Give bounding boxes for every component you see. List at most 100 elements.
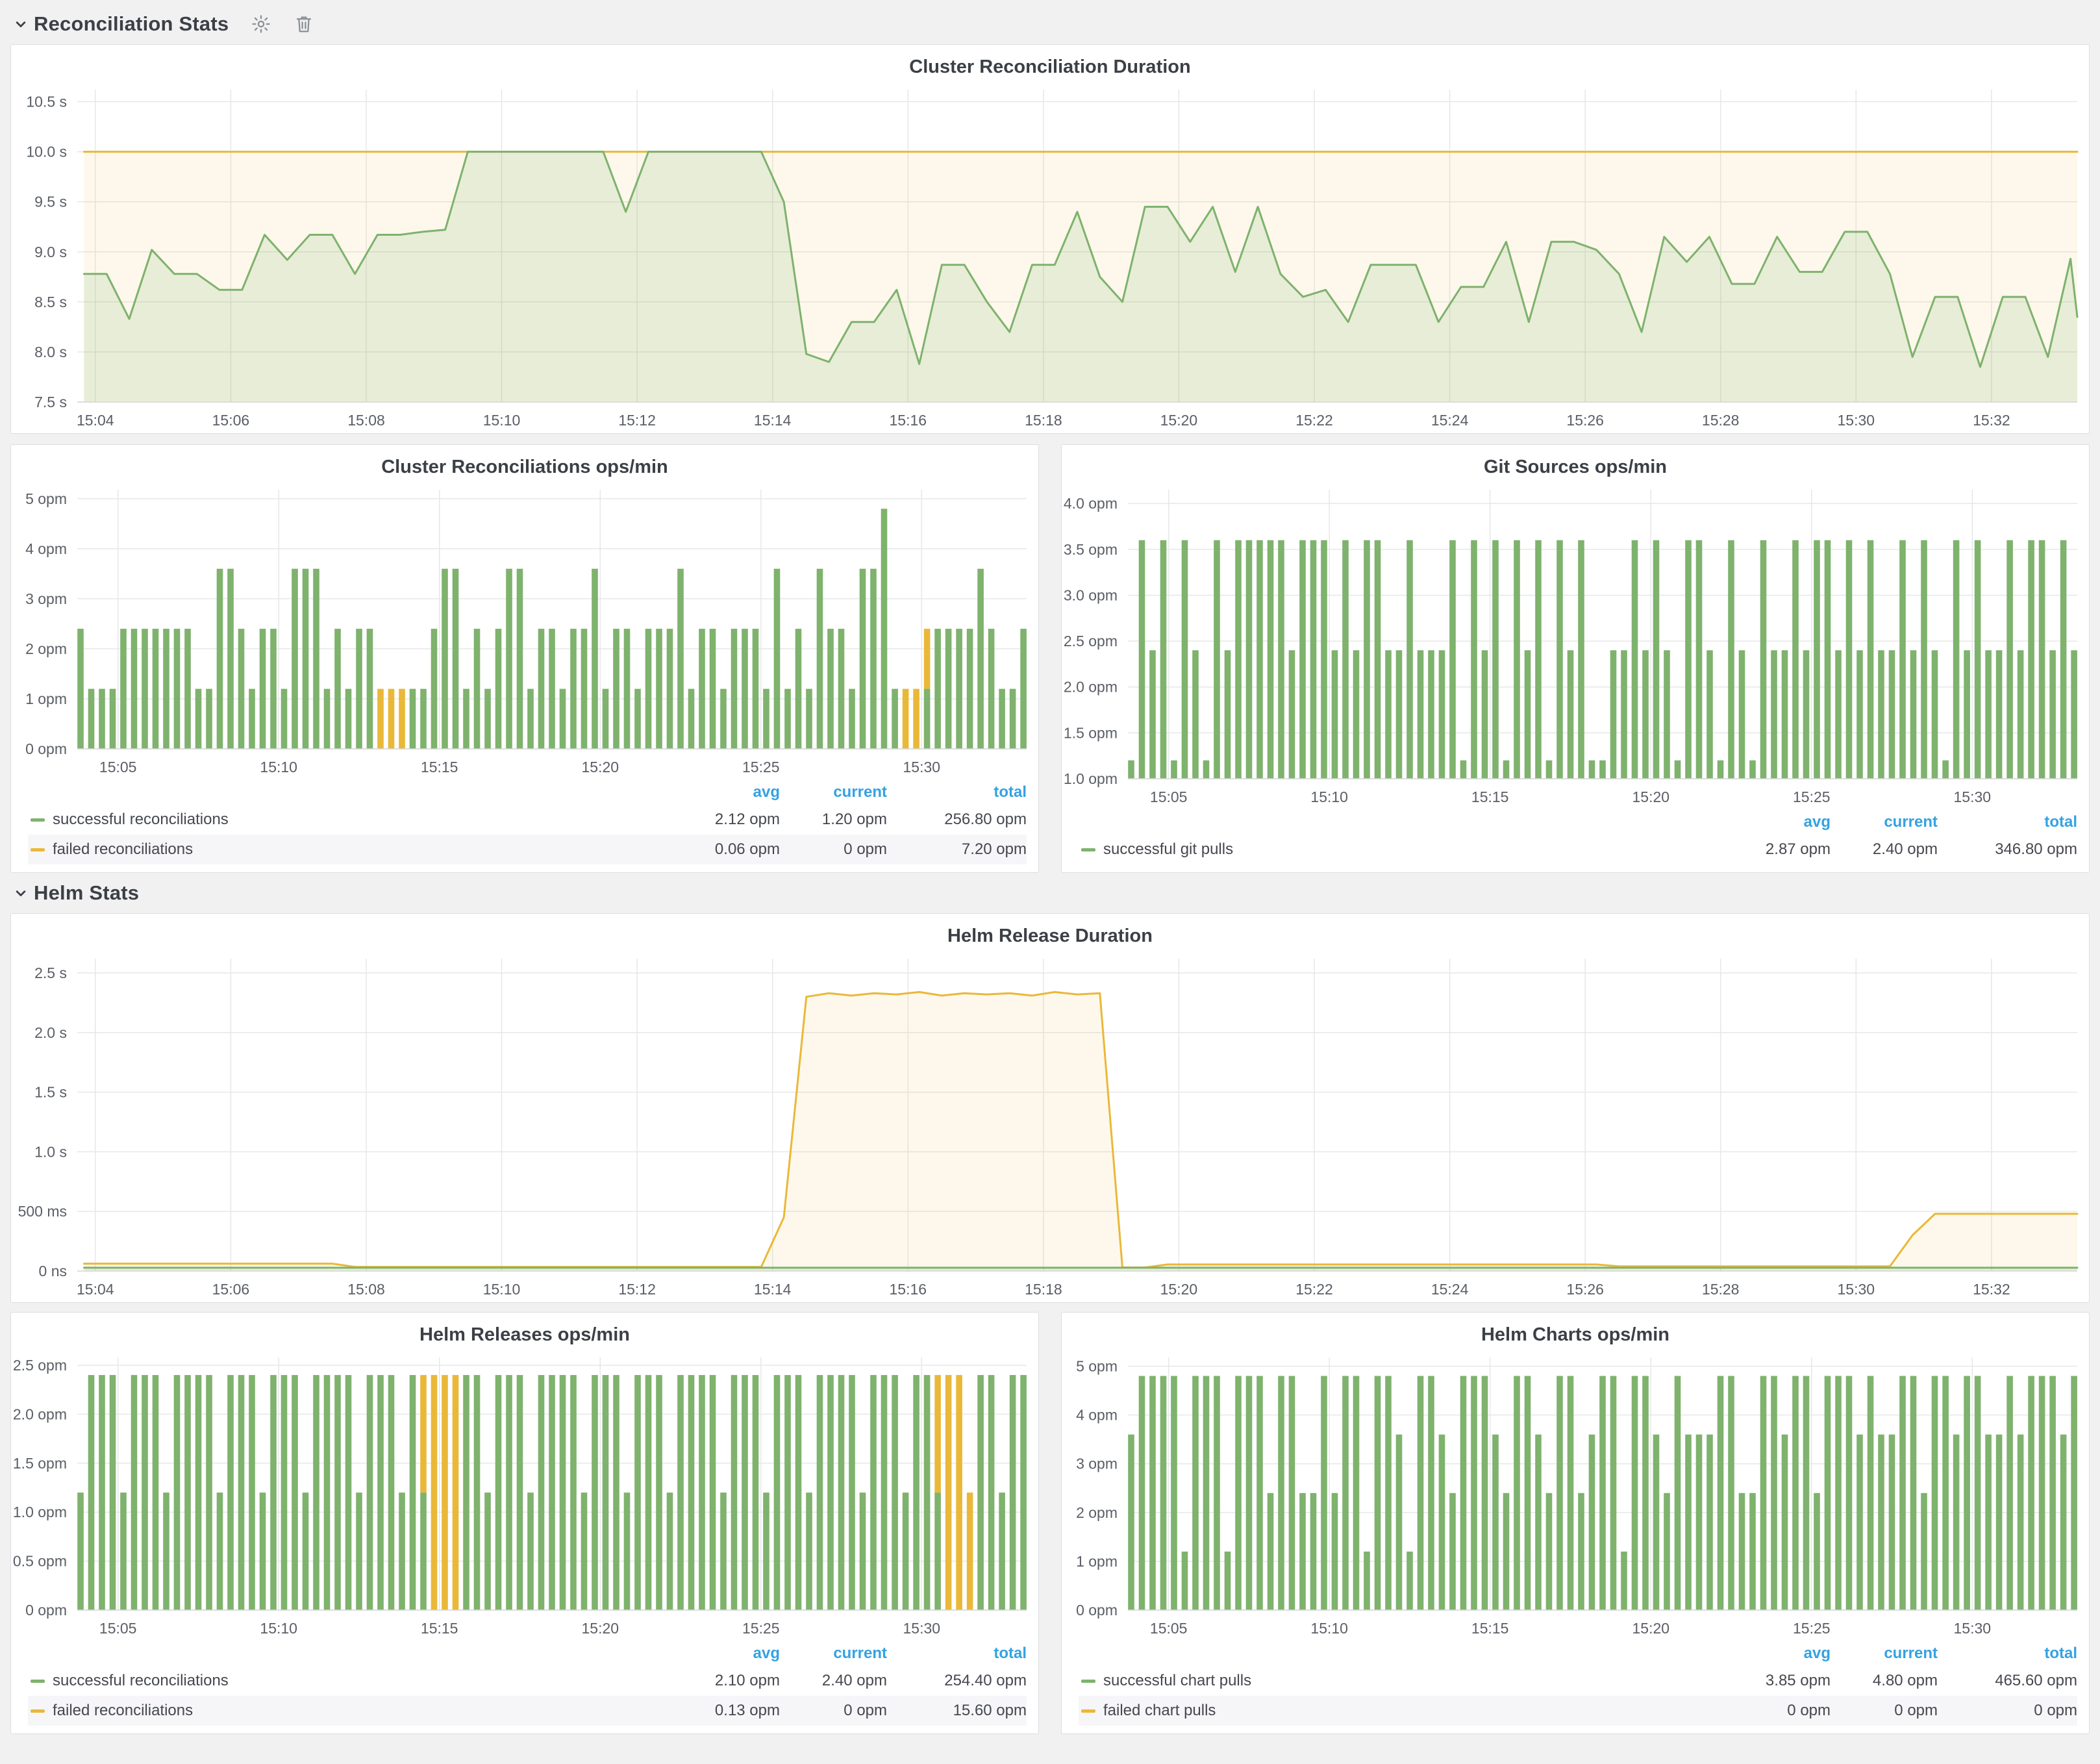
panel-title[interactable]: Cluster Reconciliations ops/min	[11, 445, 1038, 481]
legend-series-label[interactable]: successful chart pulls	[1103, 1672, 1251, 1690]
svg-text:15:32: 15:32	[1973, 1281, 2010, 1298]
svg-text:15:10: 15:10	[483, 1281, 521, 1298]
legend-row-successful-reconciliations: successful reconciliations 2.12 opm 1.20…	[28, 805, 1027, 835]
legend-header-avg[interactable]: avg	[1717, 813, 1831, 831]
legend-avg-value: 3.85 opm	[1717, 1672, 1831, 1690]
series-color-dash	[1081, 848, 1095, 851]
svg-text:15:12: 15:12	[618, 412, 656, 429]
chart-cluster-reconciliations-opm[interactable]: 0 opm1 opm2 opm3 opm4 opm5 opm15:0515:10…	[11, 481, 1038, 780]
panel-helm-releases-opm: Helm Releases ops/min 0 opm0.5 opm1.0 op…	[10, 1312, 1039, 1734]
chart-cluster-reconciliation-duration[interactable]: 7.5 s8.0 s8.5 s9.0 s9.5 s10.0 s10.5 s15:…	[11, 81, 2089, 433]
svg-text:15:10: 15:10	[260, 1620, 297, 1637]
svg-text:15:10: 15:10	[1310, 788, 1348, 805]
svg-text:15:16: 15:16	[890, 412, 927, 429]
section-header-reconciliation-stats[interactable]: Reconciliation Stats	[12, 9, 2090, 39]
legend-row-failed-chart-pulls: failed chart pulls 0 opm 0 opm 0 opm	[1079, 1696, 2077, 1726]
gear-icon[interactable]	[251, 14, 271, 34]
legend-header-current[interactable]: current	[780, 783, 887, 801]
legend-header-total[interactable]: total	[887, 1644, 1027, 1663]
svg-text:2 opm: 2 opm	[1076, 1504, 1118, 1521]
svg-text:2.5 s: 2.5 s	[34, 964, 67, 981]
svg-text:15:10: 15:10	[483, 412, 521, 429]
panel-title[interactable]: Cluster Reconciliation Duration	[11, 45, 2089, 81]
section-title[interactable]: Helm Stats	[34, 881, 139, 905]
svg-text:15:32: 15:32	[1973, 412, 2010, 429]
panel-title[interactable]: Git Sources ops/min	[1062, 445, 2089, 481]
svg-text:15:20: 15:20	[1160, 1281, 1198, 1298]
panel-cluster-reconciliations-opm: Cluster Reconciliations ops/min 0 opm1 o…	[10, 444, 1039, 873]
legend-avg-value: 2.10 opm	[666, 1672, 780, 1690]
svg-text:2.0 opm: 2.0 opm	[1064, 679, 1118, 696]
svg-text:8.5 s: 8.5 s	[34, 294, 67, 310]
svg-text:2 opm: 2 opm	[25, 640, 67, 657]
svg-text:15:25: 15:25	[742, 1620, 780, 1637]
legend-total-value: 0 opm	[1938, 1702, 2077, 1720]
svg-text:15:15: 15:15	[1471, 1620, 1509, 1637]
svg-text:5 opm: 5 opm	[25, 490, 67, 507]
svg-text:1 opm: 1 opm	[1076, 1553, 1118, 1570]
legend-current-value: 0 opm	[780, 840, 887, 859]
svg-text:2.0 opm: 2.0 opm	[13, 1405, 67, 1422]
legend-header: avg current total	[28, 780, 1027, 805]
legend-header-avg[interactable]: avg	[1717, 1644, 1831, 1663]
legend-current-value: 2.40 opm	[1831, 840, 1938, 859]
panel-title[interactable]: Helm Release Duration	[11, 914, 2089, 950]
legend-header: avg current total	[1079, 810, 2077, 835]
legend-total-value: 254.40 opm	[887, 1672, 1027, 1690]
svg-text:15:26: 15:26	[1566, 1281, 1604, 1298]
series-color-dash	[31, 848, 45, 851]
panel-title[interactable]: Helm Charts ops/min	[1062, 1313, 2089, 1348]
legend-header-avg[interactable]: avg	[666, 1644, 780, 1663]
legend-header-current[interactable]: current	[1831, 1644, 1938, 1663]
svg-text:15:20: 15:20	[1160, 412, 1198, 429]
legend-series-label[interactable]: failed reconciliations	[53, 1702, 193, 1720]
chart-helm-releases-opm[interactable]: 0 opm0.5 opm1.0 opm1.5 opm2.0 opm2.5 opm…	[11, 1348, 1038, 1641]
legend-series-label[interactable]: successful git pulls	[1103, 840, 1233, 859]
legend-series-label[interactable]: successful reconciliations	[53, 1672, 229, 1690]
section-header-helm-stats[interactable]: Helm Stats	[12, 878, 2090, 908]
legend-row-failed-reconciliations: failed reconciliations 0.06 opm 0 opm 7.…	[28, 835, 1027, 864]
panel-helm-release-duration: Helm Release Duration 0 ns500 ms1.0 s1.5…	[10, 913, 2090, 1303]
legend-header-current[interactable]: current	[1831, 813, 1938, 831]
legend-header-current[interactable]: current	[780, 1644, 887, 1663]
svg-text:15:24: 15:24	[1431, 412, 1469, 429]
legend-series-label[interactable]: failed chart pulls	[1103, 1702, 1216, 1720]
section-title[interactable]: Reconciliation Stats	[34, 12, 229, 36]
trash-icon[interactable]	[294, 14, 314, 34]
legend-cluster-reconciliations: avg current total successful reconciliat…	[11, 780, 1038, 872]
svg-text:15:20: 15:20	[582, 1620, 619, 1637]
legend-series-label[interactable]: failed reconciliations	[53, 840, 193, 859]
chevron-down-icon	[12, 15, 30, 33]
svg-text:1.5 opm: 1.5 opm	[13, 1455, 67, 1472]
chart-git-sources-opm[interactable]: 1.0 opm1.5 opm2.0 opm2.5 opm3.0 opm3.5 o…	[1062, 481, 2089, 810]
legend-header-total[interactable]: total	[1938, 813, 2077, 831]
legend-total-value: 15.60 opm	[887, 1702, 1027, 1720]
svg-text:15:30: 15:30	[903, 1620, 941, 1637]
svg-text:15:14: 15:14	[754, 1281, 792, 1298]
svg-text:8.0 s: 8.0 s	[34, 344, 67, 360]
legend-header-avg[interactable]: avg	[666, 783, 780, 801]
svg-text:1.5 opm: 1.5 opm	[1064, 724, 1118, 741]
legend-series-label[interactable]: successful reconciliations	[53, 811, 229, 829]
svg-text:15:18: 15:18	[1025, 412, 1062, 429]
svg-text:4.0 opm: 4.0 opm	[1064, 495, 1118, 512]
svg-text:4 opm: 4 opm	[1076, 1407, 1118, 1424]
chart-helm-release-duration[interactable]: 0 ns500 ms1.0 s1.5 s2.0 s2.5 s15:0415:06…	[11, 950, 2089, 1302]
legend-header-total[interactable]: total	[1938, 1644, 2077, 1663]
series-color-dash	[1081, 1709, 1095, 1713]
svg-text:0 opm: 0 opm	[25, 740, 67, 757]
svg-text:15:30: 15:30	[1838, 1281, 1875, 1298]
panel-title[interactable]: Helm Releases ops/min	[11, 1313, 1038, 1348]
svg-text:15:06: 15:06	[212, 412, 250, 429]
legend-header-total[interactable]: total	[887, 783, 1027, 801]
legend-helm-releases: avg current total successful reconciliat…	[11, 1641, 1038, 1733]
svg-text:0 ns: 0 ns	[39, 1263, 67, 1279]
svg-text:15:15: 15:15	[421, 1620, 458, 1637]
legend-row-successful-git-pulls: successful git pulls 2.87 opm 2.40 opm 3…	[1079, 835, 2077, 864]
svg-text:15:05: 15:05	[99, 759, 137, 775]
svg-text:2.5 opm: 2.5 opm	[1064, 633, 1118, 649]
svg-text:4 opm: 4 opm	[25, 540, 67, 557]
svg-text:3.0 opm: 3.0 opm	[1064, 587, 1118, 604]
svg-text:15:25: 15:25	[742, 759, 780, 775]
chart-helm-charts-opm[interactable]: 0 opm1 opm2 opm3 opm4 opm5 opm15:0515:10…	[1062, 1348, 2089, 1641]
